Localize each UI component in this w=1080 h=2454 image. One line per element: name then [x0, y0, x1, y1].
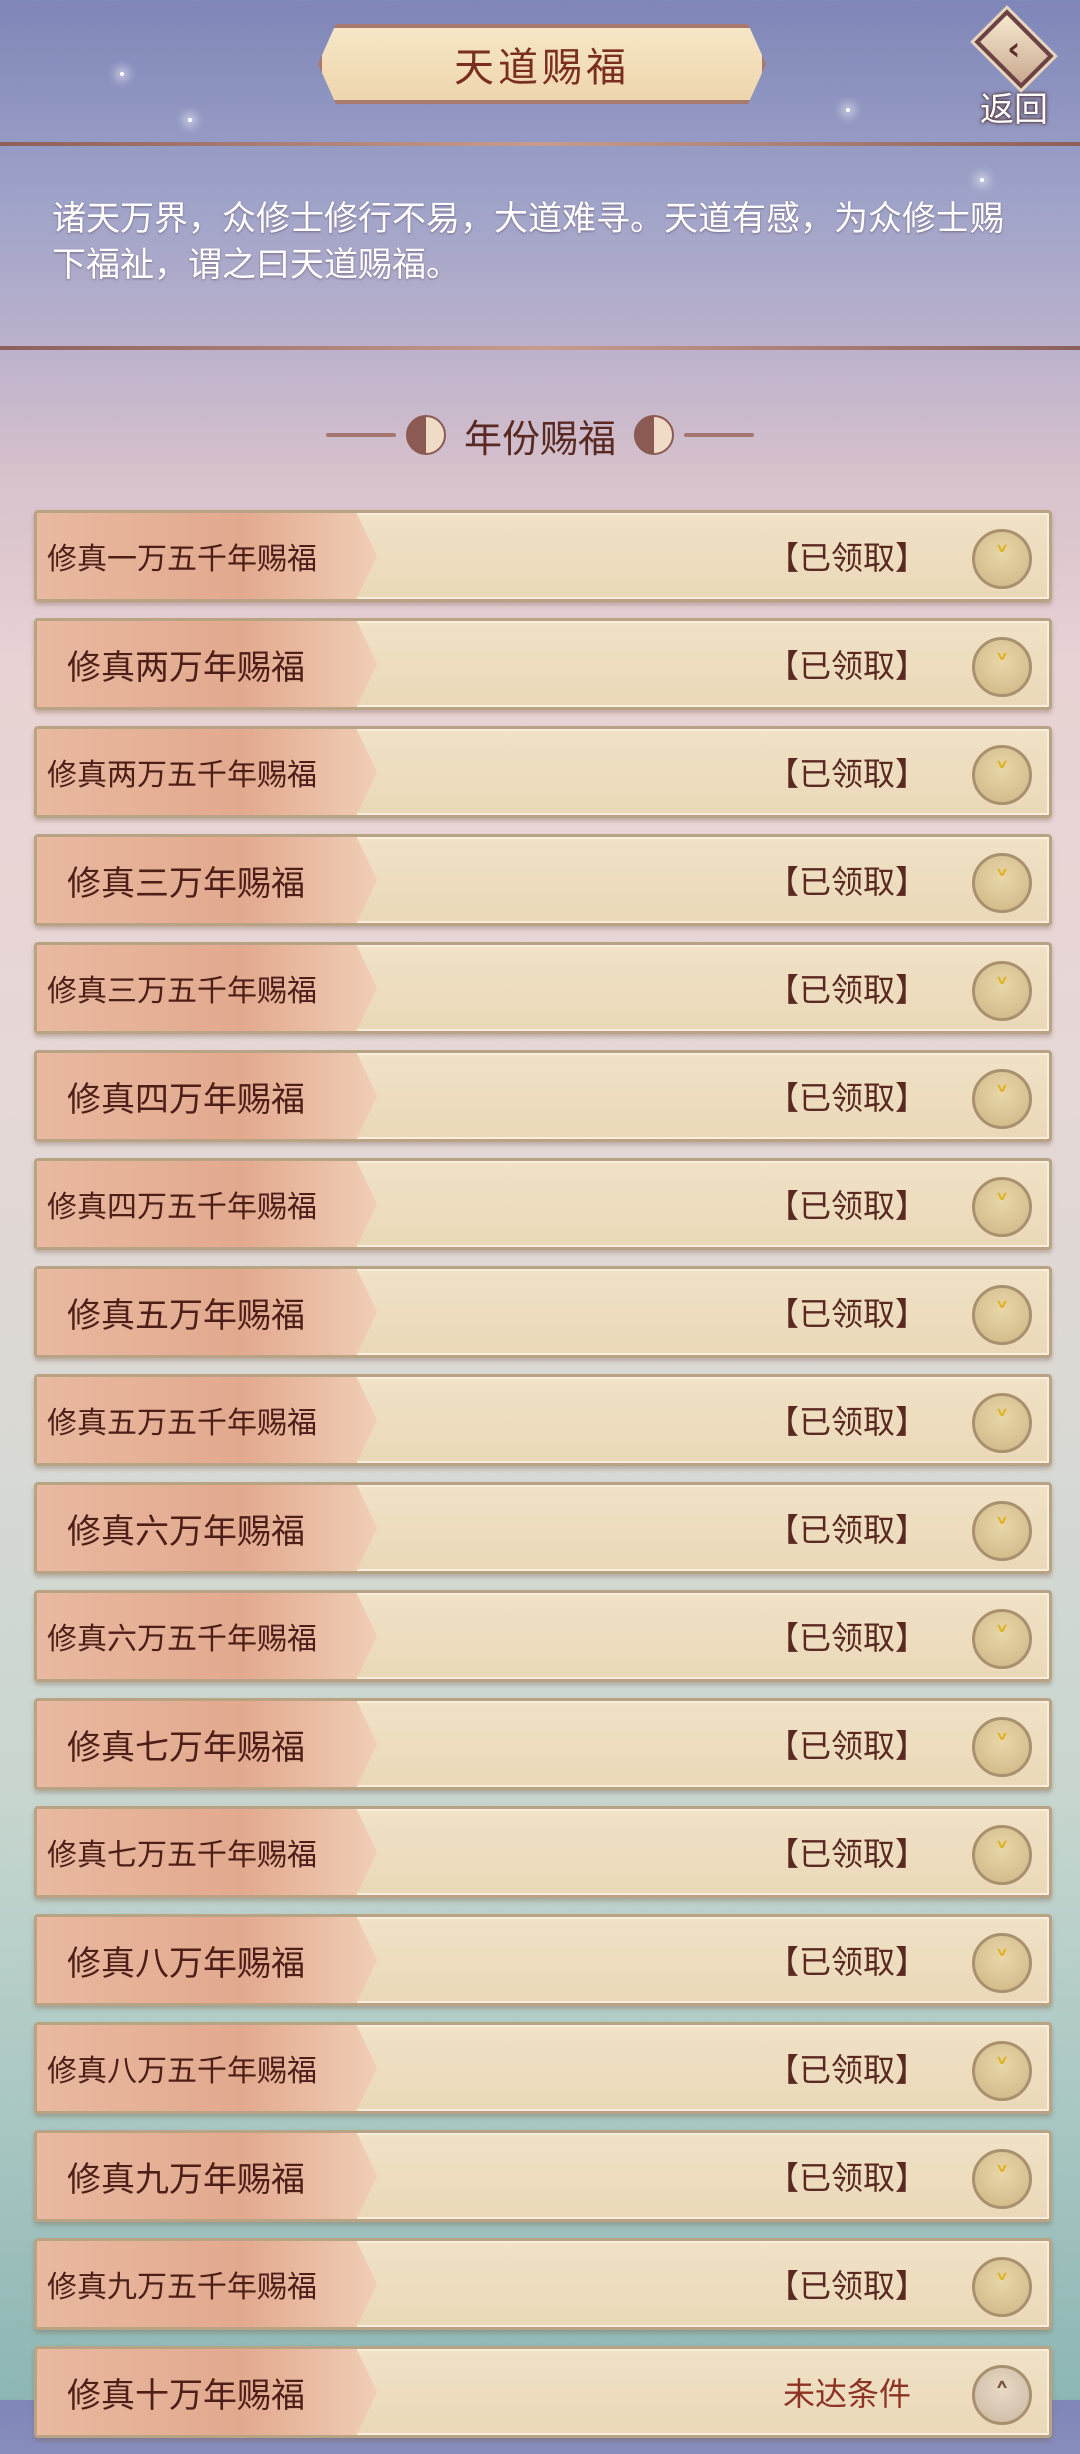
- divider-bottom: [0, 346, 1080, 350]
- reward-label: 修真六万五千年赐福: [47, 1622, 317, 1657]
- reward-label: 修真九万五千年赐福: [47, 2270, 317, 2305]
- reward-row[interactable]: 修真一万五千年赐福 【已领取】 ˅: [34, 510, 1052, 602]
- reward-status: 【已领取】: [766, 1619, 927, 1657]
- chevron-down-icon[interactable]: ˅: [972, 1609, 1032, 1669]
- intro-text: 诸天万界，众修士修行不易，大道难寻。天道有感，为众修士赐下福祉，谓之曰天道赐福。: [52, 199, 1004, 285]
- reward-status: 【已领取】: [766, 1079, 927, 1117]
- reward-label: 修真五万年赐福: [67, 1295, 305, 1336]
- reward-label: 修真十万年赐福: [67, 2375, 305, 2416]
- ornament-line-right: [684, 433, 754, 437]
- reward-status: 【已领取】: [766, 2051, 927, 2089]
- reward-label: 修真两万五千年赐福: [47, 758, 317, 793]
- reward-row[interactable]: 修真三万年赐福 【已领取】 ˅: [34, 834, 1052, 926]
- reward-label: 修真三万五千年赐福: [47, 974, 317, 1009]
- reward-status: 未达条件: [782, 2375, 911, 2413]
- reward-label: 修真四万年赐福: [67, 1079, 305, 1120]
- reward-row[interactable]: 修真五万年赐福 【已领取】 ˅: [34, 1266, 1052, 1358]
- reward-status: 【已领取】: [766, 1943, 927, 1981]
- reward-row[interactable]: 修真八万五千年赐福 【已领取】 ˅: [34, 2022, 1052, 2114]
- reward-label: 修真四万五千年赐福: [47, 1190, 317, 1225]
- reward-status: 【已领取】: [766, 647, 927, 685]
- chevron-down-icon[interactable]: ˅: [972, 637, 1032, 697]
- reward-row[interactable]: 修真两万五千年赐福 【已领取】 ˅: [34, 726, 1052, 818]
- chevron-down-icon[interactable]: ˅: [972, 1933, 1032, 1993]
- reward-row[interactable]: 修真四万年赐福 【已领取】 ˅: [34, 1050, 1052, 1142]
- reward-status: 【已领取】: [766, 1835, 927, 1873]
- yin-yang-icon: [634, 415, 674, 455]
- chevron-down-icon[interactable]: ˅: [972, 2041, 1032, 2101]
- reward-label: 修真九万年赐福: [67, 2159, 305, 2200]
- reward-row[interactable]: 修真六万年赐福 【已领取】 ˅: [34, 1482, 1052, 1574]
- chevron-down-icon[interactable]: ˅: [972, 853, 1032, 913]
- chevron-down-icon[interactable]: ˅: [972, 1069, 1032, 1129]
- reward-status: 【已领取】: [766, 539, 927, 577]
- chevron-down-icon[interactable]: ˅: [972, 1393, 1032, 1453]
- reward-label: 修真三万年赐福: [67, 863, 305, 904]
- reward-label: 修真五万五千年赐福: [47, 1406, 317, 1441]
- chevron-up-icon[interactable]: ˄: [972, 2365, 1032, 2425]
- section-title: 年份赐福: [463, 416, 616, 461]
- reward-row[interactable]: 修真九万五千年赐福 【已领取】 ˅: [34, 2238, 1052, 2330]
- reward-status: 【已领取】: [766, 863, 927, 901]
- reward-row[interactable]: 修真八万年赐福 【已领取】 ˅: [34, 1914, 1052, 2006]
- reward-status: 【已领取】: [766, 1727, 927, 1765]
- ornament-line-left: [325, 433, 396, 437]
- reward-row[interactable]: 修真两万年赐福 【已领取】 ˅: [34, 618, 1052, 710]
- page-title: 天道赐福: [454, 45, 630, 91]
- reward-label: 修真七万五千年赐福: [47, 1838, 317, 1873]
- reward-label: 修真六万年赐福: [67, 1511, 305, 1552]
- divider-top: [0, 142, 1080, 146]
- chevron-down-icon[interactable]: ˅: [972, 1177, 1032, 1237]
- chevron-down-icon[interactable]: ˅: [972, 1501, 1032, 1561]
- chevron-down-icon[interactable]: ˅: [972, 1285, 1032, 1345]
- reward-status: 【已领取】: [766, 971, 927, 1009]
- reward-row[interactable]: 修真十万年赐福 未达条件 ˄: [34, 2346, 1052, 2438]
- reward-status: 【已领取】: [766, 755, 927, 793]
- reward-label: 修真八万年赐福: [67, 1943, 305, 1984]
- reward-row[interactable]: 修真四万五千年赐福 【已领取】 ˅: [34, 1158, 1052, 1250]
- reward-label: 修真八万五千年赐福: [47, 2054, 317, 2089]
- reward-label: 修真一万五千年赐福: [47, 542, 317, 577]
- reward-label: 修真两万年赐福: [67, 647, 305, 688]
- reward-row[interactable]: 修真九万年赐福 【已领取】 ˅: [34, 2130, 1052, 2222]
- reward-status: 【已领取】: [766, 1295, 927, 1333]
- reward-row[interactable]: 修真三万五千年赐福 【已领取】 ˅: [34, 942, 1052, 1034]
- chevron-down-icon[interactable]: ˅: [972, 961, 1032, 1021]
- reward-row[interactable]: 修真七万年赐福 【已领取】 ˅: [34, 1698, 1052, 1790]
- back-button-label: 返回: [980, 90, 1048, 130]
- back-arrow-icon: ‹: [974, 9, 1054, 89]
- section-header: 年份赐福: [300, 400, 780, 470]
- chevron-down-icon[interactable]: ˅: [972, 1825, 1032, 1885]
- chevron-down-icon[interactable]: ˅: [972, 529, 1032, 589]
- chevron-down-icon[interactable]: ˅: [972, 1717, 1032, 1777]
- reward-status: 【已领取】: [766, 1403, 927, 1441]
- reward-status: 【已领取】: [766, 1511, 927, 1549]
- reward-list: 修真一万五千年赐福 【已领取】 ˅ 修真两万年赐福 【已领取】 ˅ 修真两万五千年赐福 【已领…: [34, 510, 1052, 2454]
- reward-status: 【已领取】: [766, 2267, 927, 2305]
- chevron-down-icon[interactable]: ˅: [972, 2257, 1032, 2317]
- reward-status: 【已领取】: [766, 1187, 927, 1225]
- back-button[interactable]: ‹ 返回: [958, 9, 1070, 130]
- reward-label: 修真七万年赐福: [67, 1727, 305, 1768]
- reward-row[interactable]: 修真六万五千年赐福 【已领取】 ˅: [34, 1590, 1052, 1682]
- yin-yang-icon: [405, 415, 446, 455]
- chevron-down-icon[interactable]: ˅: [972, 2149, 1032, 2209]
- chevron-down-icon[interactable]: ˅: [972, 745, 1032, 805]
- reward-row[interactable]: 修真五万五千年赐福 【已领取】 ˅: [34, 1374, 1052, 1466]
- page-title-plaque: 天道赐福: [318, 24, 766, 104]
- reward-status: 【已领取】: [766, 2159, 927, 2197]
- reward-row[interactable]: 修真七万五千年赐福 【已领取】 ˅: [34, 1806, 1052, 1898]
